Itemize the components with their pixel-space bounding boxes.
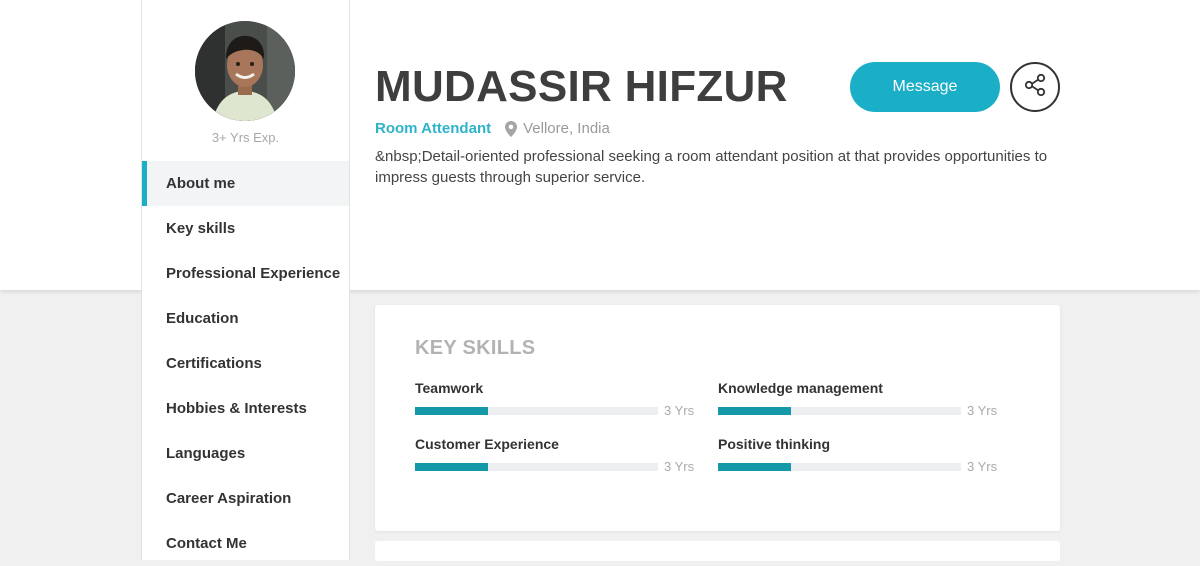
share-button[interactable] xyxy=(1010,62,1060,112)
skill-years: 3 Yrs xyxy=(967,459,998,474)
profile-role: Room Attendant xyxy=(375,120,492,137)
nav-item-about-me[interactable]: About me xyxy=(142,161,349,206)
skill-item: Customer Experience 3 Yrs xyxy=(415,436,695,474)
nav-item-professional-experience[interactable]: Professional Experience xyxy=(142,251,349,296)
profile-summary: &nbsp;Detail-oriented professional seeki… xyxy=(375,148,1048,186)
profile-sidebar: 3+ Yrs Exp. About me Key skills Professi… xyxy=(141,0,350,560)
skill-name: Knowledge management xyxy=(718,380,883,396)
key-skills-card: KEY SKILLS Teamwork 3 Yrs Knowledge mana… xyxy=(375,305,1060,531)
skill-years: 3 Yrs xyxy=(967,403,998,418)
avatar xyxy=(195,21,295,121)
skill-bar xyxy=(718,462,961,471)
skill-bar-fill xyxy=(415,462,488,471)
profile-subline: Room Attendant Vellore, India xyxy=(375,120,610,137)
skill-item: Knowledge management 3 Yrs xyxy=(718,380,998,418)
profile-location: Vellore, India xyxy=(523,120,610,137)
message-button[interactable]: Message xyxy=(850,62,1000,112)
nav-item-hobbies-interests[interactable]: Hobbies & Interests xyxy=(142,386,349,431)
key-skills-title: KEY SKILLS xyxy=(415,337,536,359)
nav-item-education[interactable]: Education xyxy=(142,296,349,341)
skill-item: Positive thinking 3 Yrs xyxy=(718,436,998,474)
nav-item-contact-me[interactable]: Contact Me xyxy=(142,521,349,566)
skill-bar-fill xyxy=(718,406,791,415)
skill-name: Teamwork xyxy=(415,380,484,396)
nav-item-career-aspiration[interactable]: Career Aspiration xyxy=(142,476,349,521)
skill-years: 3 Yrs xyxy=(664,459,695,474)
skill-bar xyxy=(415,462,658,471)
skill-bar xyxy=(718,406,961,415)
profile-name: MUDASSIR HIFZUR xyxy=(375,62,788,111)
nav-item-certifications[interactable]: Certifications xyxy=(142,341,349,386)
map-pin-icon xyxy=(505,120,518,137)
next-section-card xyxy=(375,541,1060,561)
skill-bar xyxy=(415,406,658,415)
experience-label: 3+ Yrs Exp. xyxy=(211,130,280,145)
nav-item-key-skills[interactable]: Key skills xyxy=(142,206,349,251)
skill-name: Positive thinking xyxy=(718,436,831,452)
skill-bar-fill xyxy=(718,462,791,471)
skill-item: Teamwork 3 Yrs xyxy=(415,380,695,418)
nav-item-languages[interactable]: Languages xyxy=(142,431,349,476)
skill-bar-fill xyxy=(415,406,488,415)
share-icon xyxy=(1023,73,1047,102)
profile-section-nav: About me Key skills Professional Experie… xyxy=(142,161,349,566)
skill-years: 3 Yrs xyxy=(664,403,695,418)
skill-name: Customer Experience xyxy=(415,436,559,452)
